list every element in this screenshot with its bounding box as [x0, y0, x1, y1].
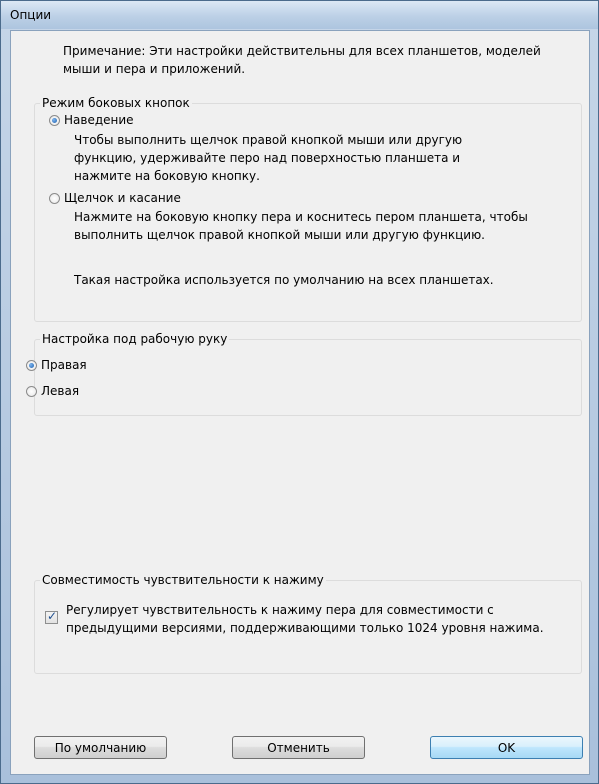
options-dialog: Опции Примечание: Эти настройки действит… [0, 0, 599, 784]
radio-right-hand-indicator[interactable] [26, 359, 37, 371]
radio-left-hand[interactable]: Левая [26, 383, 79, 399]
radio-hover-indicator[interactable] [49, 114, 60, 126]
radio-right-hand[interactable]: Правая [26, 357, 87, 373]
ok-button[interactable]: OK [430, 736, 583, 759]
radio-left-hand-label: Левая [41, 384, 80, 398]
radio-click-and-tap-indicator[interactable] [49, 192, 60, 204]
radio-hover[interactable]: Наведение [49, 112, 134, 128]
pressure-compat-group: Совместимость чувствительности к нажиму … [34, 572, 582, 674]
radio-right-hand-label: Правая [41, 358, 87, 372]
dialog-content: Примечание: Эти настройки действительны … [10, 30, 590, 775]
click-and-tap-description: Нажмите на боковую кнопку пера и косните… [74, 210, 528, 242]
radio-click-and-tap[interactable]: Щелчок и касание [49, 190, 181, 206]
radio-hover-label: Наведение [64, 113, 134, 127]
cancel-button[interactable]: Отменить [232, 736, 365, 759]
default-setting-note: Такая настройка используется по умолчани… [74, 273, 494, 287]
pressure-compat-checkbox[interactable]: ✓ [45, 609, 58, 624]
note-text: Примечание: Эти настройки действительны … [63, 44, 541, 76]
check-icon: ✓ [47, 609, 58, 623]
side-button-mode-group: Режим боковых кнопок Наведение Чтобы вып… [34, 95, 582, 322]
pressure-compat-label: Совместимость чувствительности к нажиму [40, 572, 326, 588]
handedness-label: Настройка под рабочую руку [40, 331, 230, 347]
radio-click-and-tap-label: Щелчок и касание [64, 191, 181, 205]
handedness-group: Настройка под рабочую руку Правая Левая [26, 331, 582, 416]
title-bar[interactable]: Опции [1, 1, 598, 29]
default-button[interactable]: По умолчанию [34, 736, 167, 759]
radio-left-hand-indicator[interactable] [26, 385, 37, 397]
hover-description: Чтобы выполнить щелчок правой кнопкой мы… [74, 133, 463, 183]
side-button-mode-label: Режим боковых кнопок [40, 95, 192, 111]
window-title: Опции [10, 8, 52, 22]
pressure-compat-description[interactable]: Регулирует чувствительность к нажиму пер… [66, 601, 566, 637]
